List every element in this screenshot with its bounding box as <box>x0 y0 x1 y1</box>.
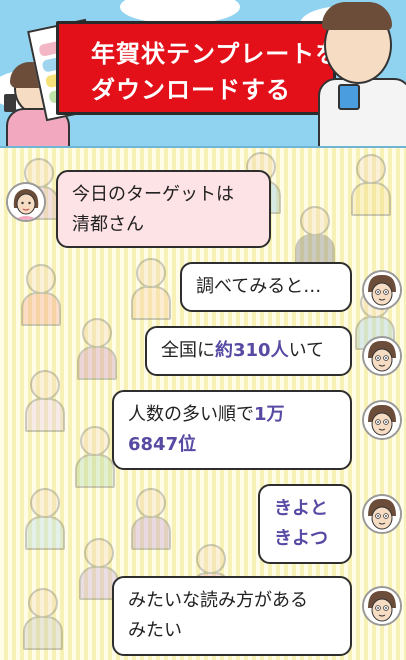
banner-card[interactable]: 年賀状テンプレートを ダウンロードする <box>56 21 339 115</box>
message-line: 清都さん <box>72 214 144 235</box>
man-avatar-icon <box>362 336 402 376</box>
man-avatar-icon <box>362 270 402 310</box>
highlight-text: きよつ <box>274 528 328 549</box>
woman-avatar-icon <box>6 182 46 222</box>
banner-title-line1: 年賀状テンプレートを <box>91 40 341 68</box>
chat-area: 今日のターゲットは 清都さん 調べてみると… 全国に約310人いて 人数の多い順… <box>0 148 406 660</box>
message-text: いて <box>288 340 325 361</box>
chat-message: 調べてみると… <box>180 262 352 312</box>
chat-message: 今日のターゲットは 清都さん <box>56 170 271 248</box>
message-line: 今日のターゲットは <box>72 184 234 205</box>
message-line: みたいな読み方がある <box>128 590 308 611</box>
man-avatar-icon <box>362 586 402 626</box>
highlight-text: きよと <box>274 498 328 519</box>
chat-message: 全国に約310人いて <box>145 326 352 376</box>
chat-message: きよと きよつ <box>258 484 352 564</box>
chat-message: みたいな読み方がある みたい <box>112 576 352 656</box>
highlight-text: 6847位 <box>128 434 197 455</box>
banner-title-line2: ダウンロードする <box>91 76 291 104</box>
message-text: 人数の多い順で <box>128 404 254 425</box>
chat-message: 人数の多い順で1万 6847位 <box>112 390 352 470</box>
message-line: 調べてみると… <box>196 276 322 297</box>
message-text: 全国に <box>161 340 215 361</box>
man-avatar-icon <box>362 494 402 534</box>
highlight-text: 1万 <box>254 404 285 425</box>
man-avatar-icon <box>362 400 402 440</box>
message-line: みたい <box>128 620 182 641</box>
download-banner[interactable]: 年賀状テンプレートを ダウンロードする <box>0 0 406 148</box>
highlight-text: 約310人 <box>215 340 289 361</box>
